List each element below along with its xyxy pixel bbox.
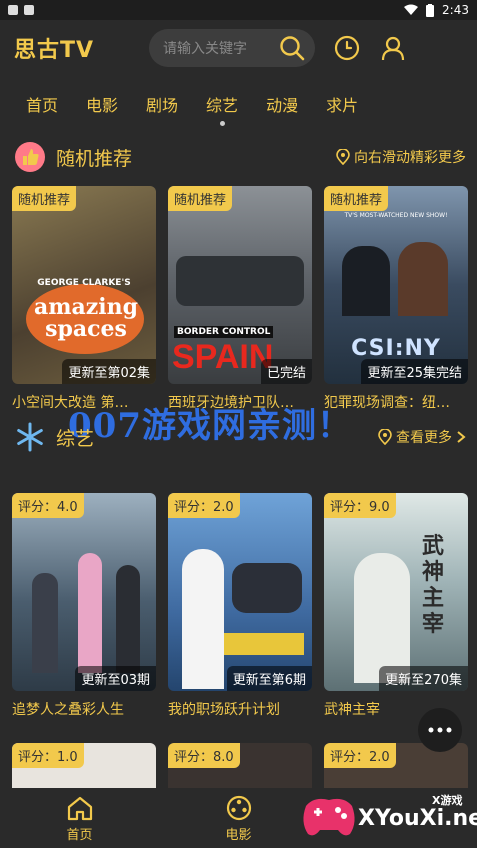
media-card[interactable]: 评分：8.0	[168, 743, 312, 788]
search-input[interactable]: 请输入关键字	[149, 29, 316, 67]
nav-movies[interactable]: 电影	[159, 794, 318, 843]
nav-movies-label: 电影	[225, 827, 252, 843]
poster-image: GEORGE CLARKE'S amazing spaces 随机推荐 更新至第…	[12, 186, 156, 384]
media-card[interactable]: 武神主宰 评分：9.0 更新至270集 武神主宰	[324, 493, 468, 719]
film-reel-icon	[226, 795, 251, 820]
media-card[interactable]: TV'S MOST-WATCHED NEW SHOW! CSI:NY 随机推荐 …	[324, 186, 468, 412]
poster-subtitle: TV'S MOST-WATCHED NEW SHOW!	[344, 212, 448, 219]
poster-badge: 评分：9.0	[324, 493, 396, 518]
tab-anime[interactable]: 动漫	[266, 92, 298, 116]
profile-button[interactable]	[379, 34, 407, 62]
episode-status: 更新至第6期	[226, 666, 312, 691]
poster-image: TV'S MOST-WATCHED NEW SHOW! CSI:NY 随机推荐 …	[324, 186, 468, 384]
poster-image: 评分：4.0 更新至03期	[12, 493, 156, 691]
episode-status: 更新至第02集	[62, 359, 156, 384]
site-watermark-big: XYouXi.net	[358, 806, 477, 831]
poster-image: BORDER CONTROL SPAIN 随机推荐 已完结	[168, 186, 312, 384]
location-pin-icon	[378, 429, 392, 445]
notification-icon	[8, 5, 18, 15]
app-icon	[24, 5, 34, 15]
variety-section-more[interactable]: 查看更多	[378, 427, 466, 447]
app-title: 思古TV	[14, 38, 95, 63]
poster-image: 评分：8.0	[168, 743, 312, 788]
card-title: 追梦人之叠彩人生	[12, 702, 124, 718]
clock-icon	[334, 35, 360, 61]
poster-title-text: amazing spaces	[33, 294, 139, 342]
media-card[interactable]: GEORGE CLARKE'S amazing spaces 随机推荐 更新至第…	[12, 186, 156, 412]
chevron-right-icon	[457, 431, 466, 443]
search-icon[interactable]	[279, 35, 305, 61]
poster-badge: 随机推荐	[324, 186, 389, 211]
location-pin-icon	[336, 149, 350, 165]
category-tabs: 首页 电影 剧场 综艺 动漫 求片	[0, 84, 477, 126]
status-time: 2:43	[442, 3, 469, 17]
variety-section-header: 综艺 查看更多	[14, 420, 466, 454]
tab-movies[interactable]: 电影	[86, 92, 118, 116]
app-header: 思古TV 请输入关键字	[0, 20, 477, 76]
thumbs-up-icon	[15, 142, 45, 172]
poster-badge: 评分：4.0	[12, 493, 84, 518]
variety-row: 评分：4.0 更新至03期 追梦人之叠彩人生 评分：2.0 更新至第6期 我的职…	[12, 493, 468, 719]
poster-badge: 随机推荐	[168, 186, 233, 211]
home-icon	[67, 796, 92, 820]
poster-badge: 评分：2.0	[168, 493, 240, 518]
poster-image: 武神主宰 评分：9.0 更新至270集	[324, 493, 468, 691]
random-row: GEORGE CLARKE'S amazing spaces 随机推荐 更新至第…	[12, 186, 468, 412]
search-placeholder: 请输入关键字	[163, 41, 248, 57]
media-card[interactable]: 评分：1.0	[12, 743, 156, 788]
tab-variety[interactable]: 综艺	[206, 92, 238, 126]
tab-home[interactable]: 首页	[26, 92, 58, 116]
media-card[interactable]: 评分：2.0 更新至第6期 我的职场跃升计划	[168, 493, 312, 719]
random-more-label: 向右滑动精彩更多	[354, 150, 466, 166]
gamepad-logo-icon	[303, 798, 355, 836]
poster-badge: 随机推荐	[12, 186, 77, 211]
snowflake-icon	[17, 422, 43, 452]
more-dots-icon	[428, 727, 452, 733]
wifi-icon	[404, 4, 419, 15]
more-options-button[interactable]	[418, 708, 462, 752]
media-card[interactable]: 评分：4.0 更新至03期 追梦人之叠彩人生	[12, 493, 156, 719]
history-button[interactable]	[333, 34, 361, 62]
tab-request[interactable]: 求片	[326, 92, 358, 116]
poster-badge: 评分：1.0	[12, 743, 84, 768]
variety-more-label: 查看更多	[396, 430, 452, 446]
third-row: 评分：1.0 评分：8.0 评分：2.0	[12, 743, 468, 788]
episode-status: 已完结	[260, 359, 312, 384]
poster-title-text: CSI:NY	[351, 336, 441, 361]
poster-title-text: SPAIN	[172, 338, 274, 376]
random-section-header: 随机推荐 向右滑动精彩更多	[14, 140, 466, 174]
poster-badge: 评分：8.0	[168, 743, 240, 768]
episode-status: 更新至270集	[379, 666, 468, 691]
variety-section-title: 综艺	[56, 427, 95, 450]
poster-title-text: 武神主宰	[422, 533, 445, 637]
card-title: 我的职场跃升计划	[168, 702, 280, 718]
episode-status: 更新至25集完结	[361, 359, 468, 384]
nav-home-label: 首页	[66, 827, 93, 843]
user-icon	[381, 36, 405, 61]
poster-subtitle: GEORGE CLARKE'S	[37, 278, 131, 288]
poster-image: 评分：2.0 更新至第6期	[168, 493, 312, 691]
status-bar: 2:43	[0, 0, 477, 20]
site-watermark: X游戏 XYouXi.net	[300, 790, 477, 844]
tab-drama[interactable]: 剧场	[146, 92, 178, 116]
battery-icon	[426, 3, 435, 17]
poster-badge: 评分：2.0	[324, 743, 396, 768]
poster-subtitle: BORDER CONTROL	[174, 326, 274, 338]
random-section-title: 随机推荐	[56, 147, 133, 170]
poster-image: 评分：1.0	[12, 743, 156, 788]
episode-status: 更新至03期	[75, 666, 156, 691]
nav-home[interactable]: 首页	[0, 794, 159, 843]
random-section-more[interactable]: 向右滑动精彩更多	[336, 147, 466, 167]
media-card[interactable]: BORDER CONTROL SPAIN 随机推荐 已完结 西班牙边境护卫队…	[168, 186, 312, 412]
